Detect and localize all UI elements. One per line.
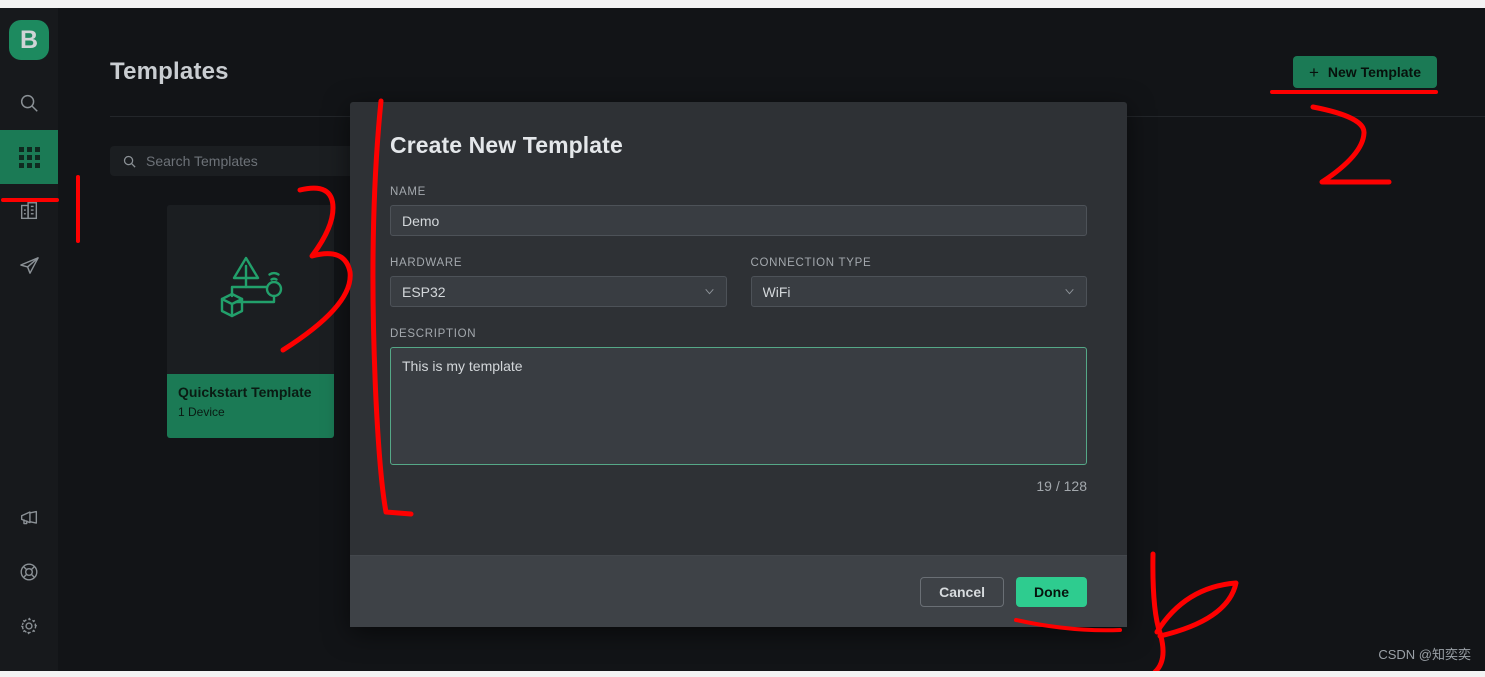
connection-type-select[interactable] <box>750 276 1087 307</box>
sidebar-item-settings[interactable] <box>0 599 58 653</box>
template-card-footer: Quickstart Template 1 Device <box>167 374 334 438</box>
search-icon <box>18 92 40 114</box>
name-label: NAME <box>390 186 427 198</box>
template-card-name: Quickstart Template <box>178 384 312 400</box>
sidebar-item-organization[interactable] <box>0 184 58 238</box>
gear-icon <box>18 615 40 637</box>
template-card-thumbnail <box>167 205 334 374</box>
paper-plane-icon <box>18 254 41 277</box>
iot-network-icon <box>220 256 282 317</box>
create-template-modal: Create New Template NAME HARDWARE <box>350 102 1127 627</box>
app-window: B Templates + New Template Search Templa… <box>0 0 1485 677</box>
field-connection-type: CONNECTION TYPE <box>750 257 1087 307</box>
new-template-button[interactable]: + New Template <box>1292 56 1437 88</box>
csdn-watermark: CSDN @知奕奕 <box>1378 647 1471 662</box>
modal-title: Create New Template <box>390 132 623 158</box>
blynk-logo[interactable]: B <box>9 20 49 60</box>
hardware-label: HARDWARE <box>390 257 463 269</box>
browser-bottom-strip <box>0 671 1485 677</box>
modal-footer: Cancel Done <box>350 555 1127 627</box>
hardware-select[interactable] <box>390 276 727 307</box>
template-card-devices: 1 Device <box>178 405 225 419</box>
sidebar: B <box>0 8 58 671</box>
field-description: DESCRIPTION 19 / 128 <box>390 328 1087 494</box>
templates-grid-icon <box>18 146 40 168</box>
sidebar-item-search[interactable] <box>0 76 58 130</box>
new-template-button-label: New Template <box>1327 64 1421 80</box>
plus-icon: + <box>1308 62 1319 82</box>
description-char-counter: 19 / 128 <box>1036 478 1087 494</box>
field-hardware: HARDWARE <box>390 257 727 307</box>
connection-type-label: CONNECTION TYPE <box>750 257 872 269</box>
sidebar-item-announcements[interactable] <box>0 491 58 545</box>
sidebar-item-templates[interactable] <box>0 130 58 184</box>
description-textarea[interactable] <box>390 347 1087 465</box>
organization-building-icon <box>18 200 40 222</box>
page-title: Templates <box>110 58 229 85</box>
browser-top-strip <box>0 0 1485 8</box>
description-label: DESCRIPTION <box>390 328 477 340</box>
megaphone-icon <box>18 507 40 529</box>
modal-body: Create New Template NAME HARDWARE <box>350 102 1127 555</box>
search-icon <box>122 154 137 169</box>
template-card[interactable]: Quickstart Template 1 Device <box>167 205 334 438</box>
cancel-button[interactable]: Cancel <box>920 576 1004 607</box>
lifebuoy-icon <box>18 561 40 583</box>
sidebar-item-help[interactable] <box>0 545 58 599</box>
field-name: NAME <box>390 186 1087 236</box>
sidebar-item-send[interactable] <box>0 238 58 292</box>
done-button[interactable]: Done <box>1016 576 1087 607</box>
name-input[interactable] <box>390 205 1087 236</box>
